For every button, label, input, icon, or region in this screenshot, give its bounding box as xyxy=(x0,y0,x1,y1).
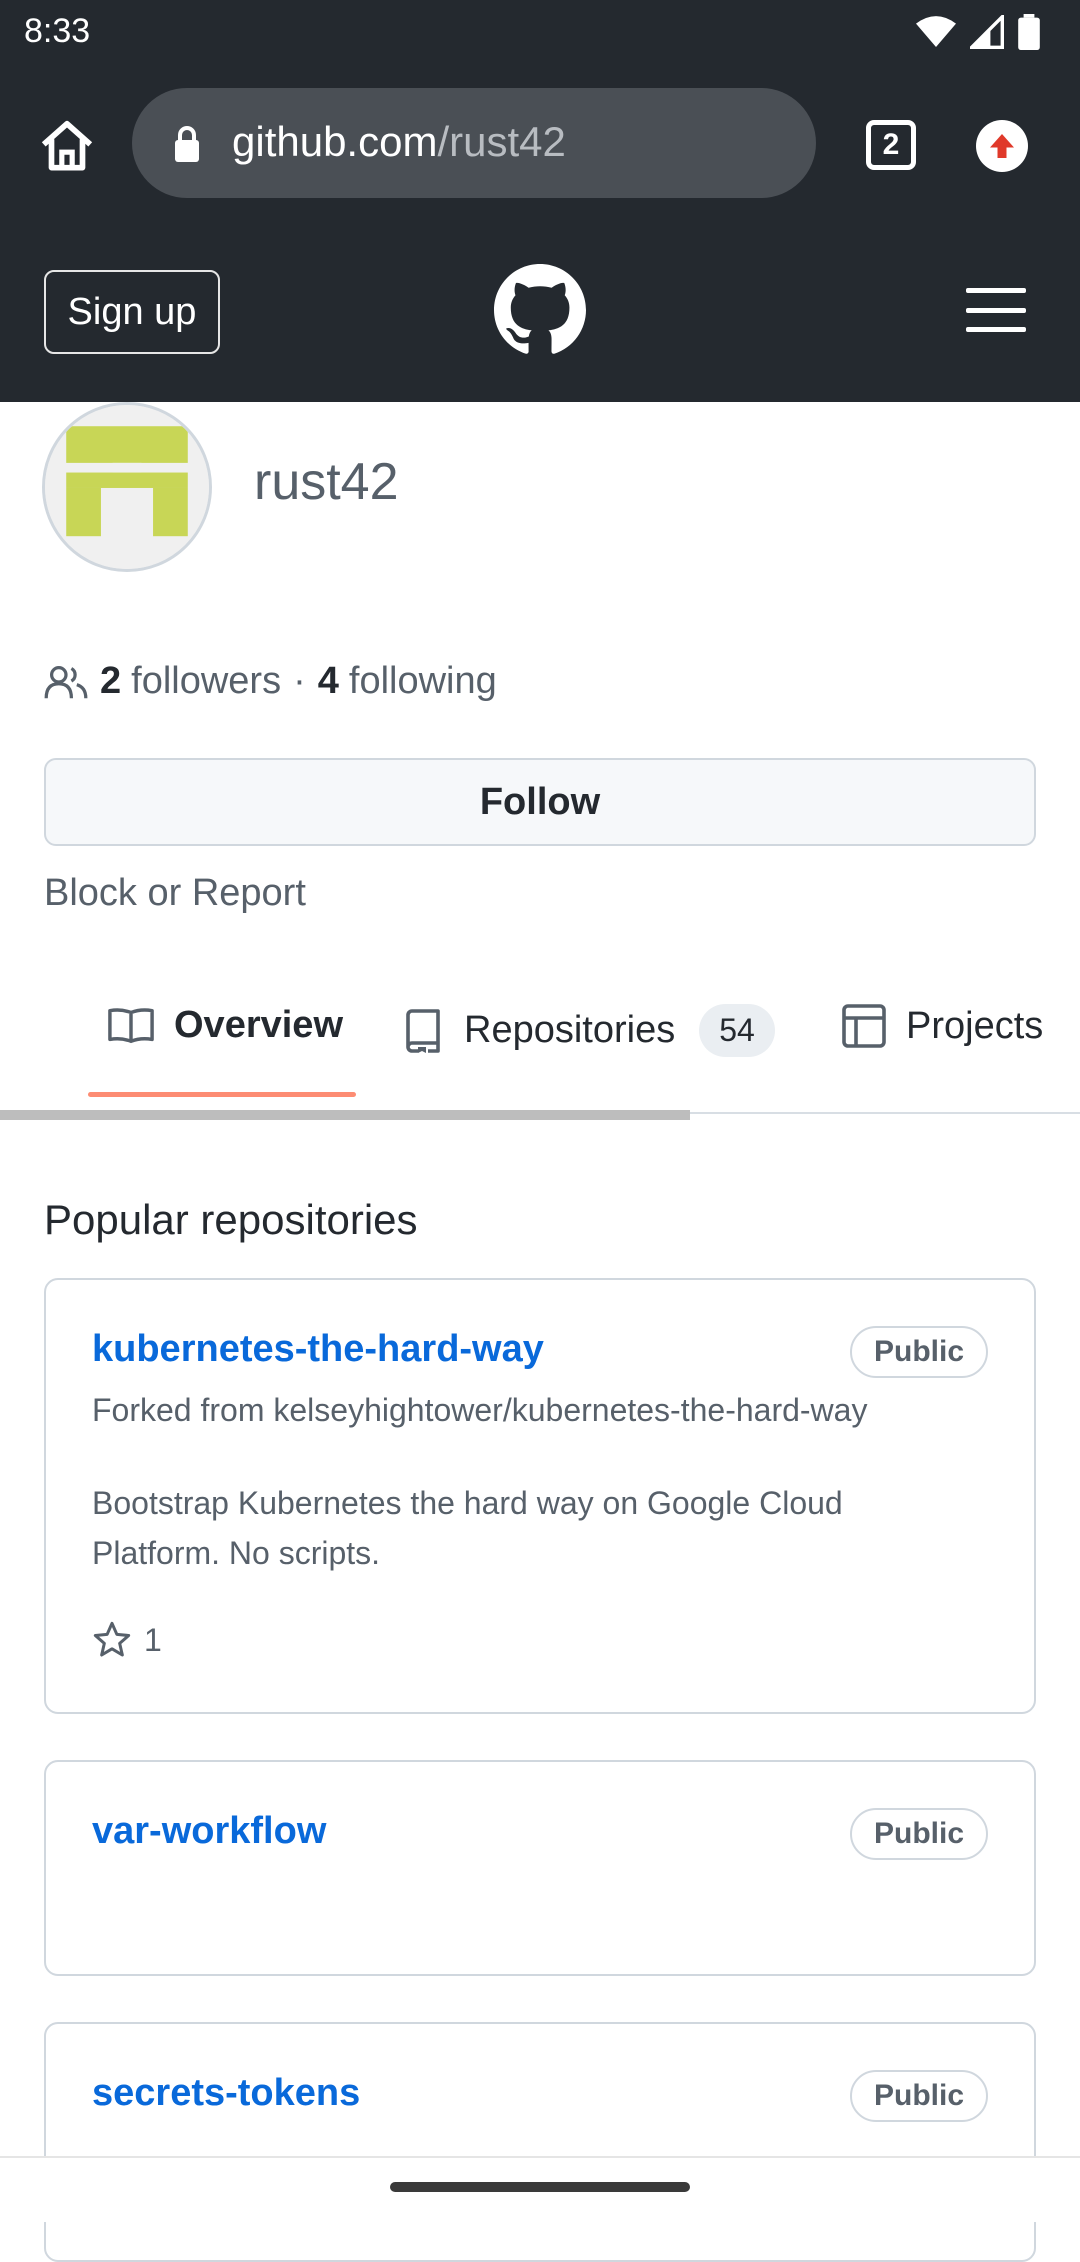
visibility-badge: Public xyxy=(849,1808,988,1860)
repo-card: kubernetes-the-hard-way Public Forked fr… xyxy=(44,1278,1036,1714)
book-icon xyxy=(108,1007,154,1043)
repo-name-link[interactable]: secrets-tokens xyxy=(92,2072,360,2115)
home-gesture-pill[interactable] xyxy=(390,2182,690,2192)
follow-button[interactable]: Follow xyxy=(44,758,1036,846)
followers-count[interactable]: 2 xyxy=(100,660,121,703)
tab-switcher-button[interactable]: 2 xyxy=(866,120,916,170)
profile-tabs: Overview Repositories 54 Projects xyxy=(0,972,1080,1122)
repo-card: var-workflow Public xyxy=(44,1760,1036,1976)
tabs-scrollbar[interactable] xyxy=(0,1110,690,1120)
update-button[interactable] xyxy=(976,120,1028,172)
update-arrow-icon xyxy=(990,134,1014,158)
home-button[interactable] xyxy=(36,116,98,178)
menu-icon-bar xyxy=(966,327,1026,332)
follow-separator: · xyxy=(293,660,306,702)
menu-icon-bar xyxy=(966,307,1026,313)
popular-repositories-title: Popular repositories xyxy=(44,1196,418,1243)
tab-projects[interactable]: Projects xyxy=(842,1004,1043,1048)
repo-name-link[interactable]: kubernetes-the-hard-way xyxy=(92,1328,544,1371)
block-or-report-link[interactable]: Block or Report xyxy=(44,872,306,915)
repo-card: secrets-tokens Public xyxy=(44,2022,1036,2262)
tab-repositories[interactable]: Repositories 54 xyxy=(404,1004,775,1057)
status-bar: 8:33 xyxy=(0,0,1080,64)
tab-projects-label: Projects xyxy=(906,1004,1044,1047)
menu-button[interactable] xyxy=(966,288,1026,332)
star-count: 1 xyxy=(144,1621,162,1658)
wifi-icon xyxy=(916,16,956,47)
battery-icon xyxy=(1018,14,1040,50)
star-icon xyxy=(93,1621,131,1657)
active-tab-underline xyxy=(88,1092,356,1097)
profile-username: rust42 xyxy=(254,453,399,511)
menu-icon xyxy=(966,288,1026,293)
followers-link[interactable]: followers xyxy=(131,660,281,703)
sign-up-button[interactable]: Sign up xyxy=(44,270,220,354)
lock-icon xyxy=(175,126,199,162)
follow-stats: 2 followers · 4 following xyxy=(44,660,497,703)
tab-overview-label: Overview xyxy=(174,1004,343,1046)
tab-overview[interactable]: Overview xyxy=(108,1004,343,1047)
url-text: github.com/rust42 xyxy=(232,118,566,165)
address-bar[interactable]: github.com/rust42 xyxy=(132,88,816,198)
repo-stars[interactable]: 1 xyxy=(92,1620,162,1660)
following-link[interactable]: following xyxy=(349,660,497,703)
signal-icon xyxy=(970,15,1004,49)
status-time: 8:33 xyxy=(24,12,91,50)
github-header: Sign up xyxy=(0,222,1080,402)
system-navigation-bar xyxy=(0,2156,1080,2222)
avatar[interactable] xyxy=(42,402,212,572)
repo-icon xyxy=(406,1008,440,1053)
browser-toolbar: github.com/rust42 2 xyxy=(0,64,1080,222)
repositories-counter: 54 xyxy=(699,1004,775,1057)
forked-from-text[interactable]: Forked from kelseyhightower/kubernetes-t… xyxy=(92,1392,867,1429)
visibility-badge: Public xyxy=(849,2070,988,2122)
github-mark-icon xyxy=(494,264,586,354)
status-icons xyxy=(916,14,1040,50)
following-count[interactable]: 4 xyxy=(318,660,339,703)
tab-repositories-label: Repositories xyxy=(464,1009,676,1051)
home-icon xyxy=(41,120,93,171)
github-logo[interactable] xyxy=(494,264,586,361)
table-icon xyxy=(842,1004,886,1048)
visibility-badge: Public xyxy=(849,1326,988,1378)
repo-name-link[interactable]: var-workflow xyxy=(92,1810,326,1853)
people-icon xyxy=(44,665,88,698)
identicon-image xyxy=(45,405,209,569)
repo-description: Bootstrap Kubernetes the hard way on Goo… xyxy=(92,1485,843,1571)
